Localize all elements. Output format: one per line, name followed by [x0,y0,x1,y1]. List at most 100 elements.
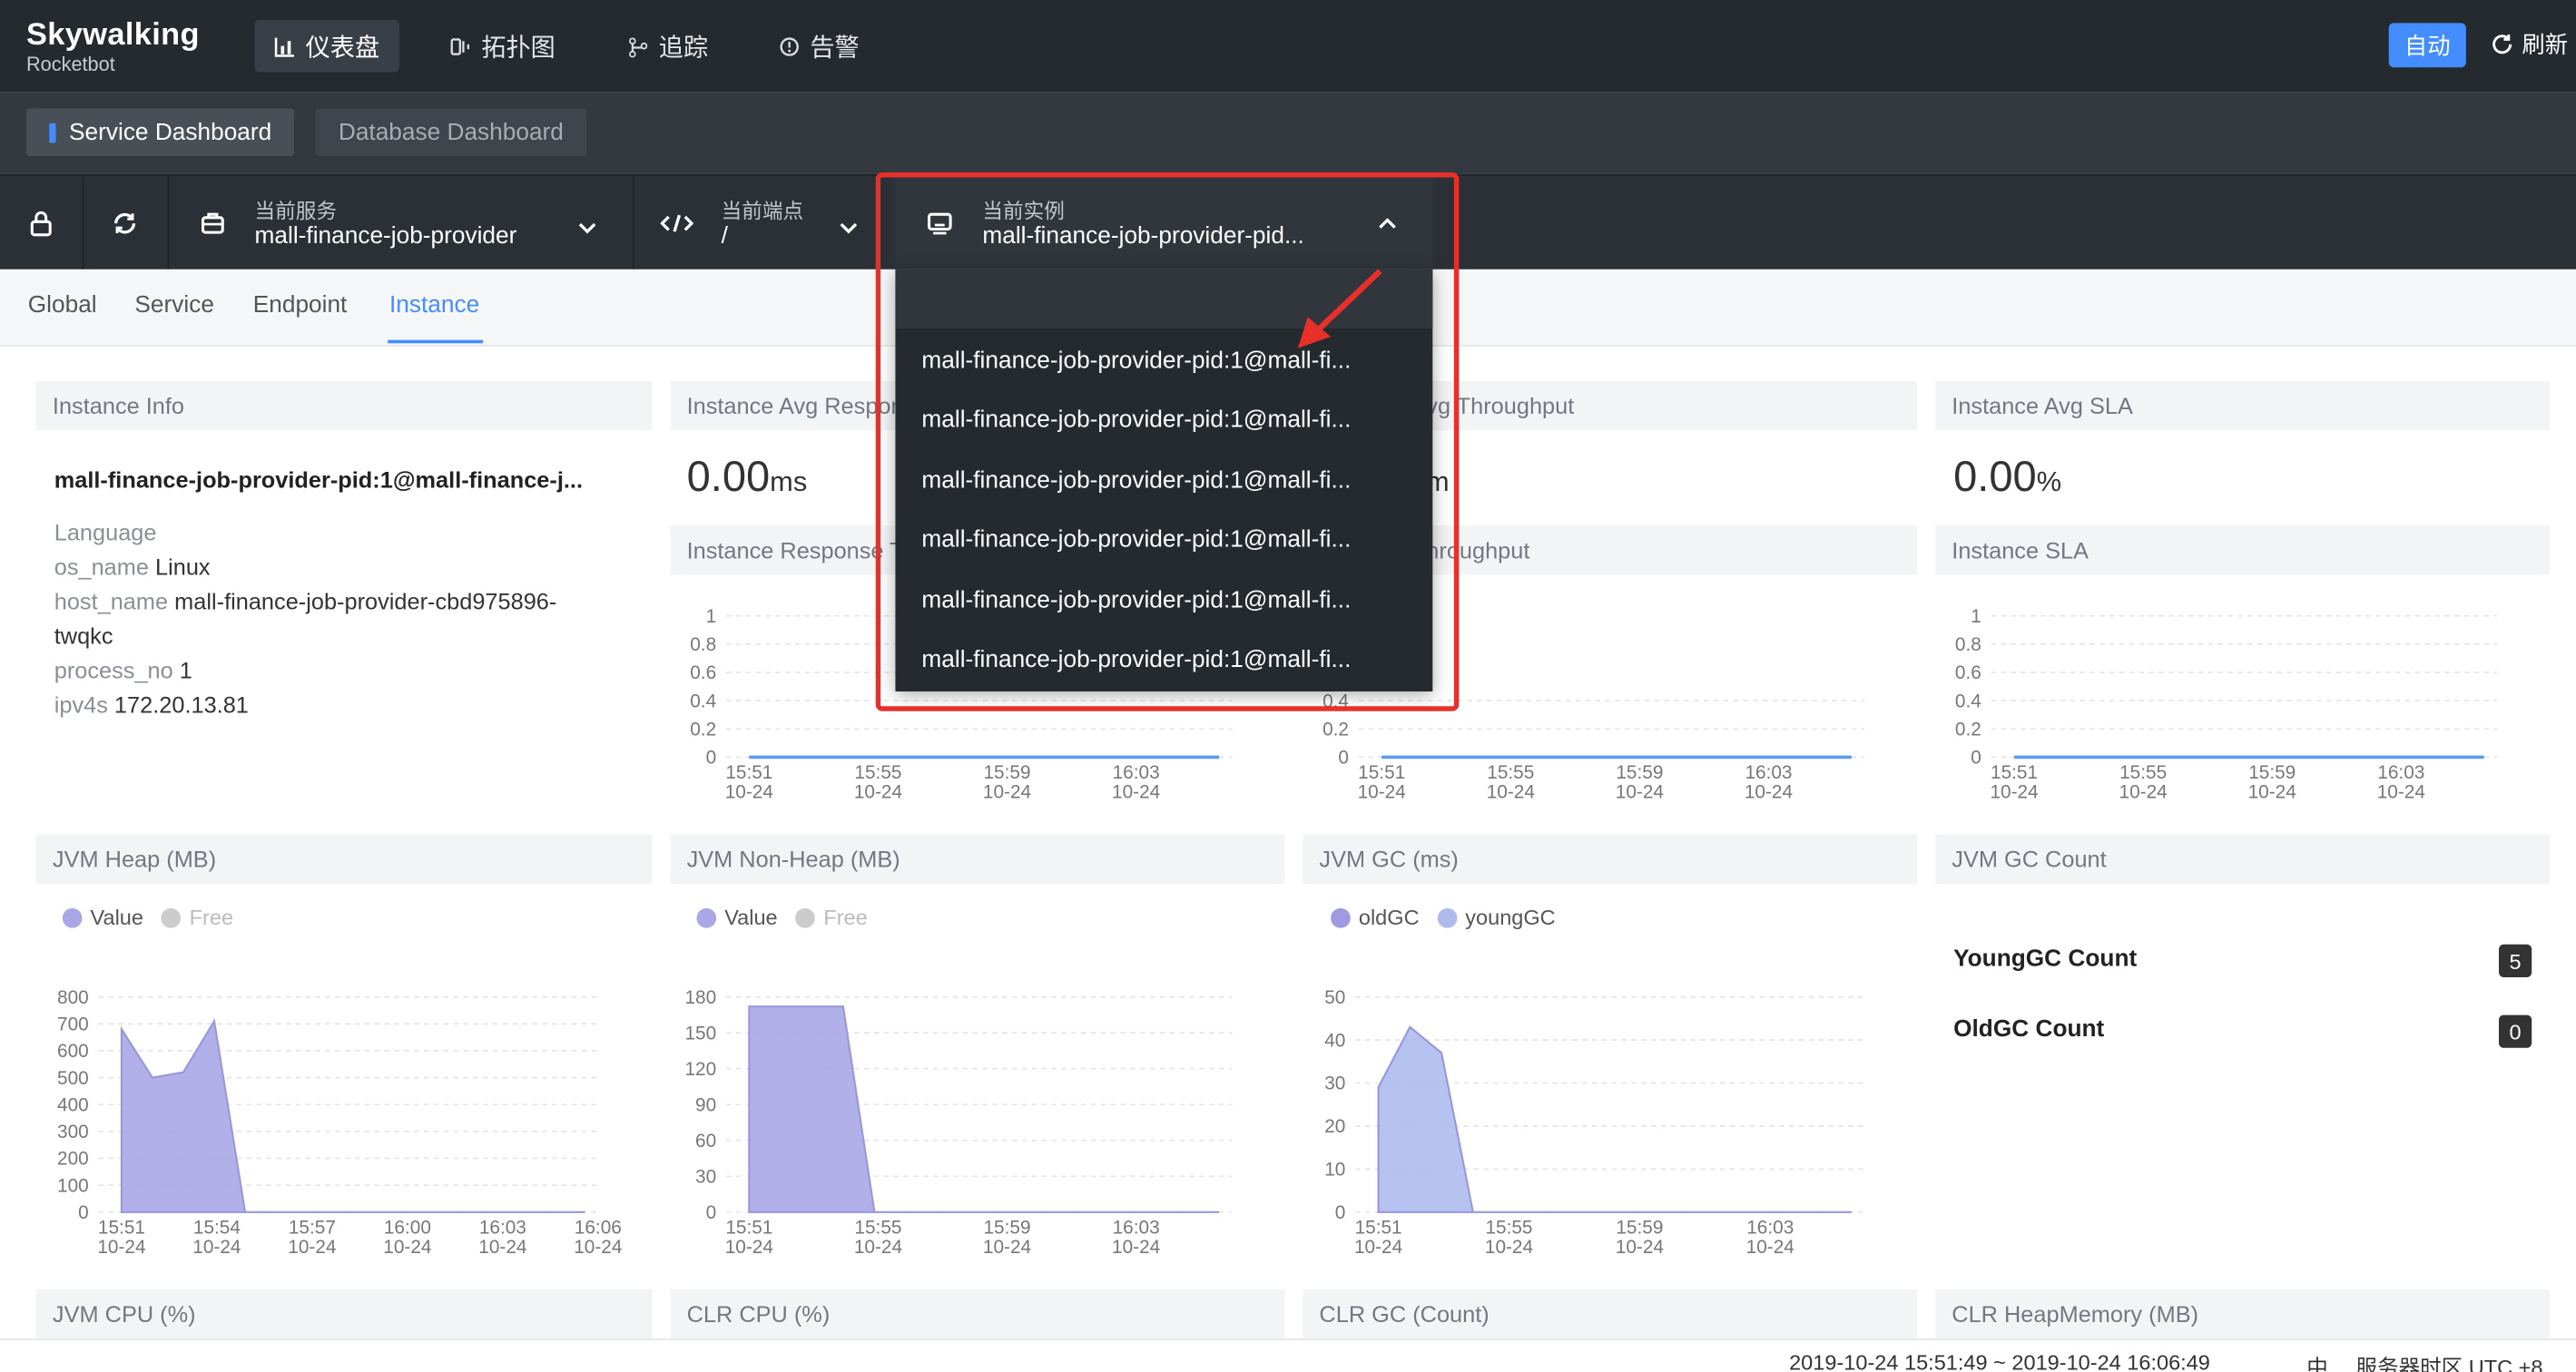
x-tick-label: 15:59 [984,762,1031,783]
y-tick-label: 0.2 [690,720,716,740]
info-ip: ipv4s 172.20.13.81 [54,691,249,718]
endpoint-selector[interactable]: 当前端点 / [633,176,880,271]
tab-database-dashboard-label: Database Dashboard [338,119,564,146]
info-host-value: mall-finance-job-provider-cbd975896- [174,587,557,614]
tab-service[interactable]: Service [134,292,214,318]
tab-instance[interactable]: Instance [389,292,479,318]
tab-database-dashboard[interactable]: Database Dashboard [315,108,587,156]
refresh-button[interactable]: 刷新 [2491,28,2568,61]
info-language-key: Language [54,518,157,545]
avg-response-unit: ms [770,466,808,498]
x-tick-label: 16:06 [575,1217,622,1238]
card-title: Instance Info [35,380,653,431]
x-tick-label: 10-24 [1745,782,1793,803]
footer: 2019-10-24 15:51:49 ~ 2019-10-24 16:06:4… [0,1338,2576,1372]
card-title: CLR CPU (%) [670,1289,1285,1339]
info-host: host_name mall-finance-job-provider-cbd9… [54,588,557,614]
y-tick-label: 1 [1971,606,1981,627]
refresh-label: 刷新 [2522,31,2569,58]
info-os-value: Linux [155,553,211,580]
y-tick-label: 0.4 [690,691,716,711]
jvm-heap-chart: 010020030040050060070080015:5110-2415:54… [57,987,622,1258]
info-language: Language [54,519,157,545]
x-tick-label: 10-24 [97,1237,145,1258]
tab-global[interactable]: Global [28,292,97,318]
x-tick-label: 10-24 [854,782,902,803]
y-tick-label: 120 [684,1059,716,1080]
x-tick-label: 10-24 [2119,782,2168,803]
chevron-down-icon [578,222,596,234]
logo-subtitle: Rocketbot [25,52,115,76]
nav-topology-label: 拓扑图 [481,34,556,62]
y-tick-label: 0 [706,1202,717,1223]
clr-heap-card: CLR HeapMemory (MB) [1935,1289,2551,1339]
active-tab-underline [388,339,484,344]
info-os-key: os_name [54,553,149,580]
refresh-icon [2492,34,2512,54]
x-tick-label: 15:59 [2248,762,2296,783]
y-tick-label: 0 [1338,748,1349,769]
info-process-value: 1 [179,657,192,683]
nav-trace[interactable]: 追踪 [608,20,728,73]
jvm-nonheap-chart: 030609012015018015:5110-2415:5510-2415:5… [684,987,1233,1258]
lock-icon[interactable] [30,211,53,237]
dashboard-tab-bar: Service Dashboard Database Dashboard [0,92,2576,174]
legend-dot [1437,907,1458,927]
legend-value[interactable]: Value [91,905,143,929]
y-tick-label: 0.6 [1955,662,1981,683]
reload-icon[interactable] [112,211,138,237]
series-area [120,1018,585,1213]
tab-endpoint[interactable]: Endpoint [253,292,348,318]
logo: Skywalking Rocketbot [25,19,200,76]
x-tick-label: 15:59 [1616,762,1663,783]
avg-sla-value: 0.00% [1953,452,2061,503]
x-tick-label: 10-24 [574,1237,622,1258]
card-title: JVM Heap (MB) [35,834,653,884]
active-indicator [49,122,56,142]
x-tick-label: 10-24 [288,1237,336,1258]
x-tick-label: 16:03 [1113,1217,1160,1238]
nav-alarm-label: 告警 [810,34,860,62]
x-tick-label: 15:55 [1485,1217,1532,1238]
jvm-cpu-card: JVM CPU (%) [35,1289,653,1339]
arrow-annotation-icon [1297,269,1382,348]
legend-dot [62,907,83,927]
x-tick-label: 10-24 [2377,782,2425,803]
card-title: JVM Non-Heap (MB) [670,834,1285,884]
tab-service-dashboard[interactable]: Service Dashboard [25,108,295,156]
x-tick-label: 10-24 [1616,1237,1664,1258]
nav-dashboard[interactable]: 仪表盘 [254,19,399,73]
avg-sla-number: 0.00 [1953,451,2037,502]
legend-free[interactable]: Free [190,905,233,929]
legend-oldgc[interactable]: oldGC [1359,905,1420,929]
legend-younggc[interactable]: youngGC [1465,905,1555,929]
y-tick-label: 300 [57,1122,89,1142]
y-tick-label: 500 [57,1068,89,1089]
x-tick-label: 10-24 [983,782,1031,803]
chevron-down-icon [840,222,858,234]
legend-value[interactable]: Value [724,905,777,929]
legend: Value Free [696,905,868,929]
x-tick-label: 15:55 [2119,762,2167,783]
x-tick-label: 10-24 [725,1237,773,1258]
y-tick-label: 0 [706,748,717,769]
language-toggle[interactable]: 中 [2306,1350,2328,1372]
y-tick-label: 100 [57,1175,89,1196]
legend: oldGC youngGC [1331,905,1556,929]
nav-topology[interactable]: 拓扑图 [430,20,575,73]
y-tick-label: 800 [57,987,89,1008]
timezone: 服务器时区 UTC +8 [2355,1355,2543,1372]
x-tick-label: 10-24 [725,782,773,803]
x-tick-label: 15:51 [725,1217,772,1238]
auto-refresh-button[interactable]: 自动 [2388,23,2466,68]
legend-free[interactable]: Free [823,905,867,929]
briefcase-icon [201,212,224,234]
x-tick-label: 10-24 [192,1237,241,1258]
time-range[interactable]: 2019-10-24 15:51:49 ~ 2019-10-24 16:06:4… [1789,1350,2210,1372]
x-tick-label: 15:51 [1991,762,2038,783]
nav-alarm[interactable]: 告警 [759,20,879,73]
x-tick-label: 15:55 [1487,762,1534,783]
service-selector[interactable]: 当前服务 mall-finance-job-provider [168,176,633,271]
y-tick-label: 400 [57,1094,89,1115]
y-tick-label: 10 [1324,1160,1345,1181]
